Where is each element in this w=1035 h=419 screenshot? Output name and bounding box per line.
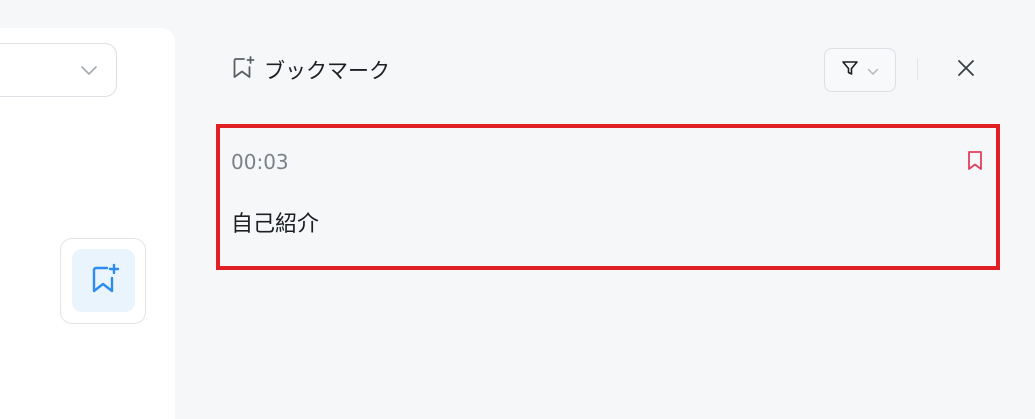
panel-title: ブックマーク <box>264 59 390 83</box>
left-panel <box>0 28 175 419</box>
bookmark-add-icon <box>87 262 121 300</box>
add-bookmark-button-bg <box>72 249 135 312</box>
header-divider <box>917 58 918 80</box>
close-icon <box>957 59 975 81</box>
add-bookmark-button[interactable] <box>60 238 146 324</box>
filter-icon <box>841 59 859 81</box>
filter-button[interactable] <box>824 48 896 92</box>
chevron-down-icon <box>80 62 98 81</box>
bookmark-text: 自己紹介 <box>231 212 320 237</box>
panel-header: ブックマーク <box>230 52 390 88</box>
left-dropdown[interactable] <box>0 43 117 97</box>
bookmark-add-icon <box>230 55 256 85</box>
bookmark-icon[interactable] <box>966 150 984 176</box>
bookmark-time[interactable]: 00:03 <box>231 150 289 174</box>
close-button[interactable] <box>952 56 980 84</box>
bookmark-item[interactable]: 00:03 自己紹介 <box>216 124 1000 270</box>
chevron-down-icon <box>867 61 879 80</box>
